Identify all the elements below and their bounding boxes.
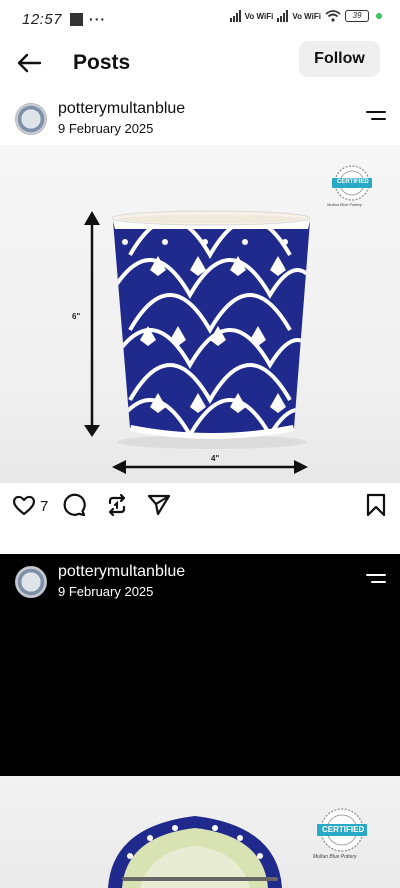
network-label-2: Vo WiFi [292, 11, 321, 21]
post-header: potterymultanblue 9 February 2025 [0, 562, 400, 612]
arrow-left-icon[interactable] [14, 48, 44, 78]
post-2: potterymultanblue 9 February 2025 [0, 554, 400, 776]
status-time: 12:57 [22, 10, 63, 28]
signal-icon [229, 10, 241, 22]
width-label: 4" [211, 454, 220, 463]
comment-icon[interactable] [61, 492, 87, 518]
battery-icon: 39 [345, 10, 369, 22]
heart-icon[interactable] [11, 492, 37, 518]
like-count[interactable]: 7 [40, 498, 48, 515]
avatar[interactable] [15, 103, 47, 135]
send-icon[interactable] [146, 492, 172, 518]
post-username[interactable]: potterymultanblue [58, 563, 185, 581]
post-username[interactable]: potterymultanblue [58, 100, 185, 118]
post-date: 9 February 2025 [58, 121, 154, 136]
home-indicator[interactable] [122, 877, 278, 881]
height-label: 6" [72, 312, 81, 321]
badge-text: CERTIFIED [322, 825, 365, 834]
pottery-illustration [84, 165, 372, 474]
post-actions: 7 [0, 488, 400, 528]
avatar[interactable] [15, 566, 47, 598]
privacy-dot [376, 13, 382, 19]
top-bar: Posts Follow [0, 40, 400, 86]
notification-icon [70, 12, 84, 26]
wifi-icon [325, 10, 341, 22]
signal-icon-2 [277, 10, 289, 22]
status-bar: 12:57 ··· Vo WiFi Vo WiFi 39 [0, 0, 400, 38]
more-notifications-icon: ··· [89, 11, 107, 27]
menu-icon[interactable] [366, 111, 386, 125]
post-image[interactable]: 6" 4" CERTIFIED Multan Blue Pottery [0, 145, 400, 483]
bookmark-icon[interactable] [363, 492, 389, 518]
post-date: 9 February 2025 [58, 584, 154, 599]
menu-icon[interactable] [366, 574, 386, 588]
repost-icon[interactable] [104, 492, 130, 518]
follow-button[interactable]: Follow [299, 41, 380, 77]
badge-caption: Multan Blue Pottery [327, 202, 362, 207]
post-header: potterymultanblue 9 February 2025 [0, 99, 400, 149]
post-image-preview[interactable]: CERTIFIED Multan Blue Pottery [0, 776, 400, 888]
network-label: Vo WiFi [244, 11, 274, 21]
page-title: Posts [73, 51, 131, 74]
badge-caption: Multan Blue Pottery [313, 854, 357, 860]
status-right: Vo WiFi Vo WiFi 39 [229, 10, 382, 22]
badge-text: CERTIFIED [337, 179, 369, 185]
